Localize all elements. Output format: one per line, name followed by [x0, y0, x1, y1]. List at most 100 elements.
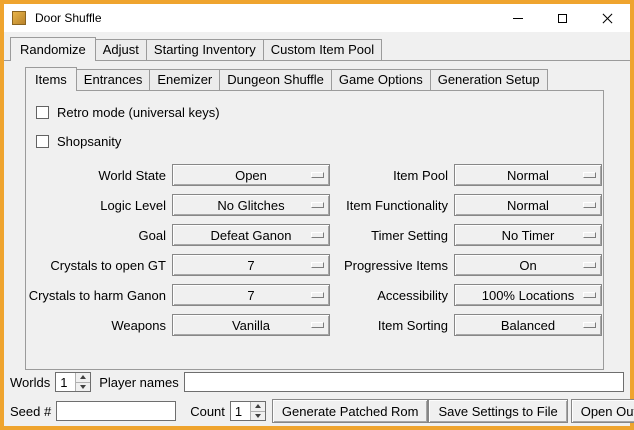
main-tab-adjust[interactable]: Adjust — [95, 39, 147, 60]
up-arrow-icon — [255, 404, 261, 408]
close-icon — [602, 13, 613, 24]
save-settings-button[interactable]: Save Settings to File — [428, 399, 567, 423]
worlds-spin-down-button[interactable] — [75, 382, 90, 392]
crystals-harm-ganon-value: 7 — [247, 288, 254, 303]
down-arrow-icon — [80, 385, 86, 389]
open-output-directory-button[interactable]: Open Output Directory — [571, 399, 634, 423]
dropdown-indicator-icon — [311, 262, 324, 268]
main-tab-randomize[interactable]: Randomize — [10, 37, 96, 61]
window: Door Shuffle Randomize Adjust Starting I… — [0, 0, 634, 430]
dropdown-indicator-icon — [583, 172, 596, 178]
sub-tab-entrances[interactable]: Entrances — [76, 69, 151, 90]
dropdown-indicator-icon — [583, 262, 596, 268]
maximize-icon — [558, 14, 567, 23]
progressive-items-value: On — [519, 258, 536, 273]
world-state-label: World State — [28, 164, 166, 186]
minimize-button[interactable] — [495, 4, 540, 32]
sub-tab-dungeon-shuffle[interactable]: Dungeon Shuffle — [219, 69, 332, 90]
titlebar: Door Shuffle — [4, 4, 630, 32]
items-notebook: Items Entrances Enemizer Dungeon Shuffle… — [25, 66, 604, 370]
dropdown-indicator-icon — [311, 322, 324, 328]
client-area: Randomize Adjust Starting Inventory Cust… — [4, 32, 630, 426]
item-pool-label: Item Pool — [336, 164, 448, 186]
item-sorting-dropdown[interactable]: Balanced — [454, 314, 602, 336]
count-spin-buttons — [250, 402, 265, 420]
down-arrow-icon — [255, 414, 261, 418]
worlds-spinner[interactable]: 1 — [55, 372, 91, 392]
maximize-button[interactable] — [540, 4, 585, 32]
logic-level-label: Logic Level — [28, 194, 166, 216]
main-tab-bar: Randomize Adjust Starting Inventory Cust… — [4, 36, 630, 61]
accessibility-label: Accessibility — [336, 284, 448, 306]
retro-mode-row: Retro mode (universal keys) — [36, 104, 603, 120]
app-icon — [12, 11, 26, 25]
retro-mode-label: Retro mode (universal keys) — [57, 105, 220, 120]
timer-setting-dropdown[interactable]: No Timer — [454, 224, 602, 246]
main-tab-starting-inventory[interactable]: Starting Inventory — [146, 39, 264, 60]
main-tab-custom-item-pool[interactable]: Custom Item Pool — [263, 39, 382, 60]
dropdown-indicator-icon — [583, 322, 596, 328]
seed-input[interactable] — [56, 401, 176, 421]
item-functionality-dropdown[interactable]: Normal — [454, 194, 602, 216]
count-spinner[interactable]: 1 — [230, 401, 266, 421]
sub-tab-items[interactable]: Items — [25, 67, 77, 91]
item-pool-dropdown[interactable]: Normal — [454, 164, 602, 186]
shopsanity-row: Shopsanity — [36, 133, 603, 149]
seed-label: Seed # — [10, 404, 51, 419]
progressive-items-label: Progressive Items — [336, 254, 448, 276]
item-pool-value: Normal — [507, 168, 549, 183]
count-spin-down-button[interactable] — [250, 411, 265, 421]
goal-label: Goal — [28, 224, 166, 246]
item-sorting-value: Balanced — [501, 318, 555, 333]
retro-mode-checkbox[interactable] — [36, 106, 49, 119]
sub-tab-generation-setup[interactable]: Generation Setup — [430, 69, 548, 90]
accessibility-value: 100% Locations — [482, 288, 575, 303]
goal-value: Defeat Ganon — [211, 228, 292, 243]
minimize-icon — [513, 18, 523, 19]
close-button[interactable] — [585, 4, 630, 32]
count-label: Count — [190, 404, 225, 419]
sub-tab-enemizer[interactable]: Enemizer — [149, 69, 220, 90]
worlds-row: Worlds 1 Player names — [10, 370, 624, 394]
crystals-harm-ganon-dropdown[interactable]: 7 — [172, 284, 330, 306]
settings-grid: World State Open Item Pool Normal Logic … — [28, 164, 601, 336]
crystals-open-gt-label: Crystals to open GT — [28, 254, 166, 276]
dropdown-indicator-icon — [311, 232, 324, 238]
item-functionality-label: Item Functionality — [336, 194, 448, 216]
world-state-dropdown[interactable]: Open — [172, 164, 330, 186]
crystals-harm-ganon-label: Crystals to harm Ganon — [28, 284, 166, 306]
dropdown-indicator-icon — [311, 202, 324, 208]
dropdown-indicator-icon — [583, 202, 596, 208]
count-spin-up-button[interactable] — [250, 402, 265, 411]
crystals-open-gt-dropdown[interactable]: 7 — [172, 254, 330, 276]
caption-buttons — [495, 4, 630, 32]
timer-setting-label: Timer Setting — [336, 224, 448, 246]
up-arrow-icon — [80, 375, 86, 379]
player-names-input[interactable] — [184, 372, 624, 392]
player-names-label: Player names — [99, 375, 178, 390]
count-value: 1 — [231, 402, 250, 420]
logic-level-dropdown[interactable]: No Glitches — [172, 194, 330, 216]
dropdown-indicator-icon — [583, 232, 596, 238]
progressive-items-dropdown[interactable]: On — [454, 254, 602, 276]
weapons-dropdown[interactable]: Vanilla — [172, 314, 330, 336]
world-state-value: Open — [235, 168, 267, 183]
crystals-open-gt-value: 7 — [247, 258, 254, 273]
sub-tab-game-options[interactable]: Game Options — [331, 69, 431, 90]
shopsanity-label: Shopsanity — [57, 134, 121, 149]
worlds-label: Worlds — [10, 375, 50, 390]
item-functionality-value: Normal — [507, 198, 549, 213]
seed-row: Seed # Count 1 Generate Patched Rom Save… — [10, 399, 624, 423]
randomize-pane: Items Entrances Enemizer Dungeon Shuffle… — [4, 61, 630, 426]
worlds-value: 1 — [56, 373, 75, 391]
worlds-spin-buttons — [75, 373, 90, 391]
shopsanity-checkbox[interactable] — [36, 135, 49, 148]
generate-patched-rom-button[interactable]: Generate Patched Rom — [272, 399, 429, 423]
timer-setting-value: No Timer — [502, 228, 555, 243]
logic-level-value: No Glitches — [217, 198, 284, 213]
worlds-spin-up-button[interactable] — [75, 373, 90, 382]
goal-dropdown[interactable]: Defeat Ganon — [172, 224, 330, 246]
window-title: Door Shuffle — [35, 11, 102, 25]
accessibility-dropdown[interactable]: 100% Locations — [454, 284, 602, 306]
dropdown-indicator-icon — [583, 292, 596, 298]
